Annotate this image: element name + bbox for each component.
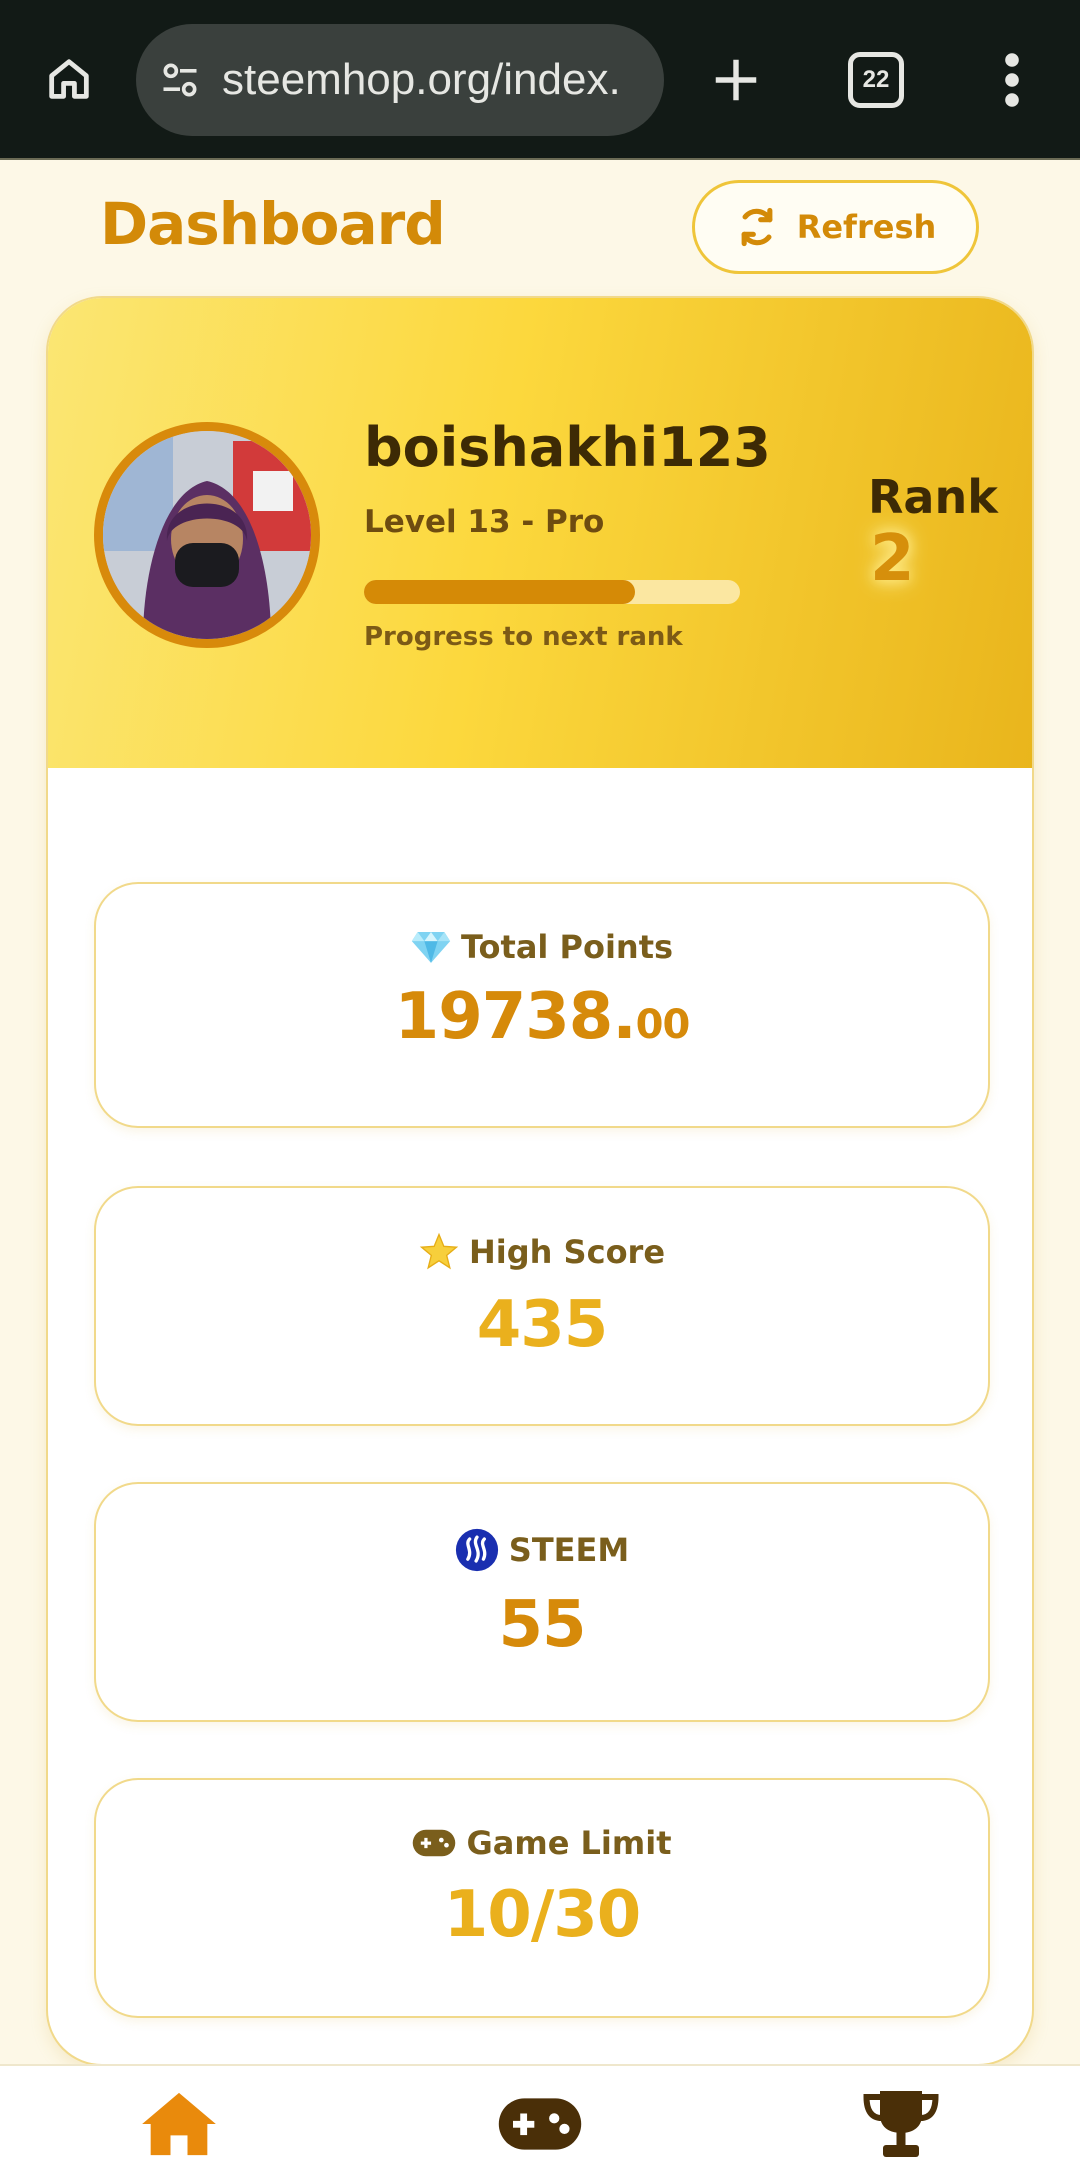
gamepad-icon — [498, 2098, 582, 2150]
site-settings-icon[interactable] — [156, 56, 204, 104]
nav-home-button[interactable] — [134, 2086, 224, 2162]
level-text: Level 13 - Pro — [364, 504, 605, 540]
progress-caption: Progress to next rank — [364, 622, 683, 652]
game-limit-label-row: Game Limit — [412, 1824, 672, 1862]
nav-leaderboard-button[interactable] — [856, 2086, 946, 2162]
new-tab-button[interactable] — [700, 44, 772, 116]
total-points-decimals: 00 — [635, 1002, 691, 1048]
steem-logo-icon — [455, 1528, 498, 1572]
nav-games-button[interactable] — [495, 2086, 585, 2162]
browser-toolbar: steemhop.org/index. 22 — [0, 0, 1080, 160]
username: boishakhi123 — [364, 416, 771, 479]
rank-progress-bar — [364, 580, 740, 604]
dashboard-card: boishakhi123 Level 13 - Pro Progress to … — [46, 296, 1034, 2066]
refresh-label: Refresh — [796, 208, 937, 246]
refresh-button[interactable]: Refresh — [692, 180, 979, 274]
game-limit-card: Game Limit 10/30 — [94, 1778, 990, 2018]
steem-value: 55 — [498, 1588, 586, 1662]
total-points-int: 19738. — [394, 980, 637, 1054]
game-limit-label: Game Limit — [466, 1824, 672, 1862]
browser-menu-button[interactable] — [990, 44, 1034, 116]
page-title: Dashboard — [100, 190, 446, 258]
steem-card: STEEM 55 — [94, 1482, 990, 1722]
total-points-label-row: Total Points — [411, 928, 673, 966]
total-points-card: Total Points 19738.00 — [94, 882, 990, 1128]
high-score-label-row: High Score — [419, 1232, 665, 1272]
rank-value: 2 — [870, 522, 915, 596]
steem-label-row: STEEM — [455, 1528, 629, 1572]
high-score-label: High Score — [468, 1233, 666, 1271]
address-bar[interactable]: steemhop.org/index. — [136, 24, 664, 136]
total-points-value: 19738.00 — [394, 980, 691, 1054]
profile-banner: boishakhi123 Level 13 - Pro Progress to … — [48, 298, 1032, 768]
gamepad-icon — [413, 1829, 456, 1857]
new-tab-icon — [715, 59, 757, 101]
more-vert-icon — [1005, 53, 1019, 107]
avatar[interactable] — [94, 422, 320, 648]
browser-home-button[interactable] — [34, 44, 104, 114]
game-limit-value: 10/30 — [443, 1878, 641, 1952]
home-icon — [142, 2092, 216, 2156]
home-icon — [49, 59, 89, 99]
avatar-image — [103, 431, 311, 639]
rank-label: Rank — [868, 470, 998, 524]
url-text[interactable]: steemhop.org/index. — [222, 55, 662, 105]
refresh-icon — [741, 207, 773, 247]
gem-icon — [411, 932, 451, 963]
total-points-label: Total Points — [460, 928, 674, 966]
rank-progress-fill — [364, 580, 635, 604]
bottom-navigation — [0, 2064, 1080, 2177]
trophy-icon — [863, 2091, 939, 2157]
high-score-value: 435 — [476, 1288, 609, 1362]
high-score-card: High Score 435 — [94, 1186, 990, 1426]
star-icon — [419, 1232, 459, 1270]
tab-switcher-button[interactable]: 22 — [848, 52, 904, 108]
steem-label: STEEM — [508, 1531, 630, 1569]
tab-count: 22 — [862, 66, 890, 93]
